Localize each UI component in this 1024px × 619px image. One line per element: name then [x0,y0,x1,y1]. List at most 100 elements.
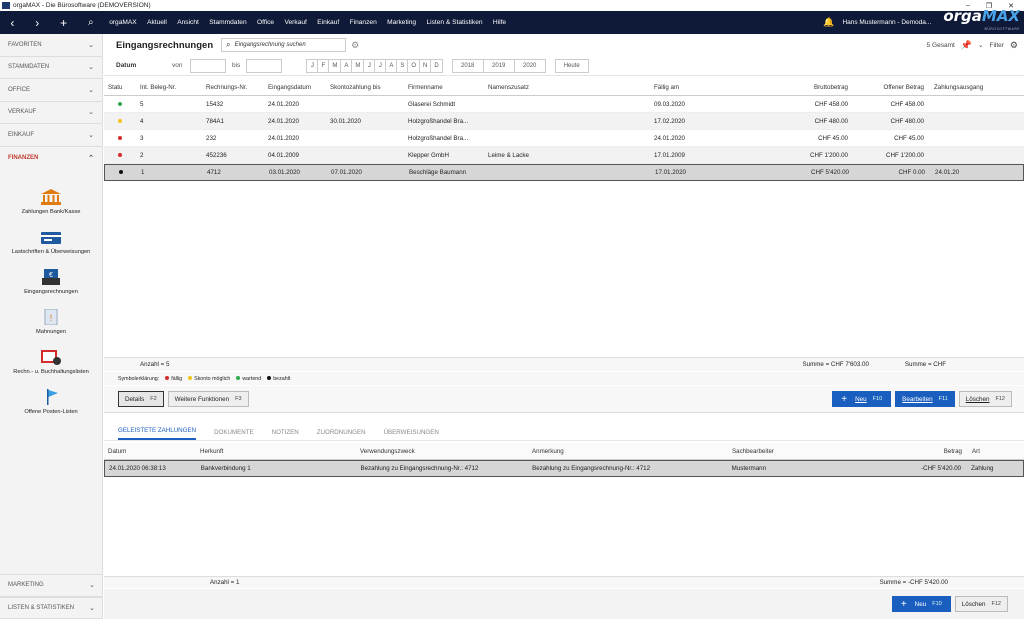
date-to-input[interactable] [246,58,283,73]
sidebar-group-marketing[interactable]: MARKETING ⌄ [0,574,103,597]
month-button-12[interactable]: D [430,58,443,73]
sidebar-item-4[interactable]: ! Mahnungen [0,295,102,335]
sidebar-group-stammdaten[interactable]: STAMMDATEN ⌄ [0,57,102,79]
user-name[interactable]: Hans Mustermann - Demoda... [842,19,931,26]
column-header[interactable]: Namenszusatz [484,84,650,91]
menu-item-einkauf[interactable]: Einkauf [312,19,344,26]
reminder-icon: ! [41,308,61,326]
menu-item-verkauf[interactable]: Verkauf [279,19,312,26]
edit-button[interactable]: Bearbeiten F11 [895,391,955,407]
payment-new-button[interactable]: + Neu F10 [891,596,951,612]
table-row[interactable]: 3 232 24.01.2020 Holzgroßhandel Bra... 24.01… [104,130,1024,147]
column-header[interactable]: Anmerkung [528,448,728,455]
tab-4[interactable]: ZUORDNUNGEN [317,429,366,440]
year-button-2018[interactable]: 2018 [451,58,484,73]
details-button[interactable]: Details F2 [118,391,164,407]
chevron-down-icon[interactable]: ⌄ [978,41,983,49]
sidebar-group-finanzen[interactable]: FINANZEN ⌃ [0,147,102,170]
sidebar-item-5[interactable]: Rechn.- u. Buchhaltungslisten [0,335,102,375]
table-row[interactable]: 1 4712 03.01.2020 07.01.2020 Beschläge Bauma… [104,164,1024,181]
menu-item-aktuell[interactable]: Aktuell [142,19,172,26]
sidebar-group-listen-statistiken[interactable]: LISTEN & STATISTIKEN ⌄ [0,596,103,619]
menu-item-finanzen[interactable]: Finanzen [344,19,382,26]
date-from-input[interactable] [190,58,226,73]
search-icon[interactable]: ⌕ [88,17,94,28]
sidebar: FAVORITEN ⌄ STAMMDATEN ⌄ OFFICE ⌄ VERKAUF ⌄ EINK… [0,34,103,619]
sidebar-item-3[interactable]: € Eingangsrechnungen [0,255,102,295]
chevron-up-icon: ⌃ [88,154,94,162]
tab-1[interactable]: GELEISTETE ZAHLUNGEN [118,427,197,440]
main-content: Eingangsrechnungen ⌕ Eingangsrechnung su… [104,34,1024,619]
column-header[interactable]: Zahlungsausgang [930,84,1012,91]
back-icon[interactable]: ‹ [10,16,14,30]
today-button[interactable]: Heute [554,58,589,73]
column-header[interactable]: Eingangsdatum [264,84,326,91]
column-header[interactable]: Statu [104,84,136,91]
sidebar-group-office[interactable]: OFFICE ⌄ [0,79,102,102]
menu-item-office[interactable]: Office [252,19,279,26]
delete-button[interactable]: Löschen F12 [958,391,1012,407]
legend-dot [165,375,170,380]
search-input[interactable]: ⌕ Eingangsrechnung suchen [221,38,347,52]
menu-item-listen-statistiken[interactable]: Listen & Statistiken [421,19,487,26]
forward-icon[interactable]: › [35,16,39,30]
column-header[interactable]: Int. Beleg-Nr. [136,84,202,91]
table-header-row: Statu Int. Beleg-Nr. Rechnungs-Nr. Eingangs… [104,79,1024,96]
svg-text:!: ! [50,313,53,323]
column-header[interactable]: Art [968,448,1024,455]
column-header[interactable]: Fällig am [650,84,778,91]
payment-delete-button[interactable]: Löschen F12 [954,596,1008,612]
credit-card-icon [41,229,61,245]
sidebar-group-einkauf[interactable]: EINKAUF ⌄ [0,124,102,147]
more-functions-button[interactable]: Weitere Funktionen F3 [167,391,249,407]
chevron-down-icon: ⌄ [88,131,94,139]
chevron-down-icon: ⌄ [88,86,94,94]
payments-row[interactable]: 24.01.2020 06:38:13 Bankverbindung 1 Bezah… [104,460,1024,477]
notification-icon[interactable]: 🔔 [823,17,834,28]
column-header[interactable]: Rechnungs-Nr. [202,84,264,91]
menu-bar: ‹ › + ⌕ orgaMAX Aktuell Ansicht Stammdaten O… [0,8,1024,34]
tab-5[interactable]: ÜBERWEISUNGEN [384,429,439,440]
column-header[interactable]: Firmenname [404,84,484,91]
year-button-2019[interactable]: 2019 [482,58,515,73]
table-row[interactable]: 5 15432 24.01.2020 Glaserei Schmidt 09.03.20… [104,96,1024,113]
column-header[interactable]: Betrag [864,448,968,455]
gear-icon[interactable]: ⚙ [1010,40,1018,51]
chevron-down-icon: ⌄ [88,109,94,117]
legend: Symbolerklärung: fällig Skonto möglich war… [104,372,1024,385]
add-icon[interactable]: + [60,16,67,30]
year-button-2020[interactable]: 2020 [513,58,546,73]
legend-dot [267,375,272,380]
sidebar-item-2[interactable]: Lastschriften & Überweisungen [0,215,102,255]
column-header[interactable]: Bruttobetrag [778,84,854,91]
sidebar-item-1[interactable]: Zahlungen Bank/Kasse [0,169,102,215]
search-settings-icon[interactable]: ⚙ [351,40,359,51]
filter-label[interactable]: Filter [989,42,1003,49]
filter-bar: Datum von bis JFMAMJJASOND 2018 2019 2020 … [104,56,1024,76]
tab-2[interactable]: DOKUMENTE [214,429,254,440]
sidebar-item-6[interactable]: Offene Posten-Listen [0,375,102,415]
new-button[interactable]: + Neu F10 [832,391,892,407]
legend-item: wartend [236,375,261,382]
payments-sum: Summe = -CHF 5'420.00 [879,579,948,586]
column-header[interactable]: Herkunft [196,448,356,455]
invoice-icon: € [41,269,61,285]
menu-item-marketing[interactable]: Marketing [382,19,421,26]
menu-item-stammdaten[interactable]: Stammdaten [204,19,252,26]
sidebar-group-favoriten[interactable]: FAVORITEN ⌄ [0,34,102,57]
flag-icon [41,389,61,405]
column-header[interactable]: Sachbearbeiter [728,448,864,455]
row-count: Anzahl = 5 [140,361,170,368]
sidebar-group-verkauf[interactable]: VERKAUF ⌄ [0,102,102,124]
tab-3[interactable]: NOTIZEN [272,429,299,440]
column-header[interactable]: Datum [104,448,196,455]
column-header[interactable]: Verwendungszweck [356,448,528,455]
table-row[interactable]: 4 784A1 24.01.2020 30.01.2020 Holzgroßhandel… [104,113,1024,130]
column-header[interactable]: Skontozahlung bis [326,84,404,91]
menu-item-hilfe[interactable]: Hilfe [488,19,512,26]
pin-icon[interactable]: 📌 [961,40,972,51]
table-row[interactable]: 2 452236 04.01.2009 Klepper GmbH Leime & Lac… [104,147,1024,164]
menu-item-orgamax[interactable]: orgaMAX [104,19,142,26]
column-header[interactable]: Offener Betrag [854,84,930,91]
menu-item-ansicht[interactable]: Ansicht [172,19,204,26]
